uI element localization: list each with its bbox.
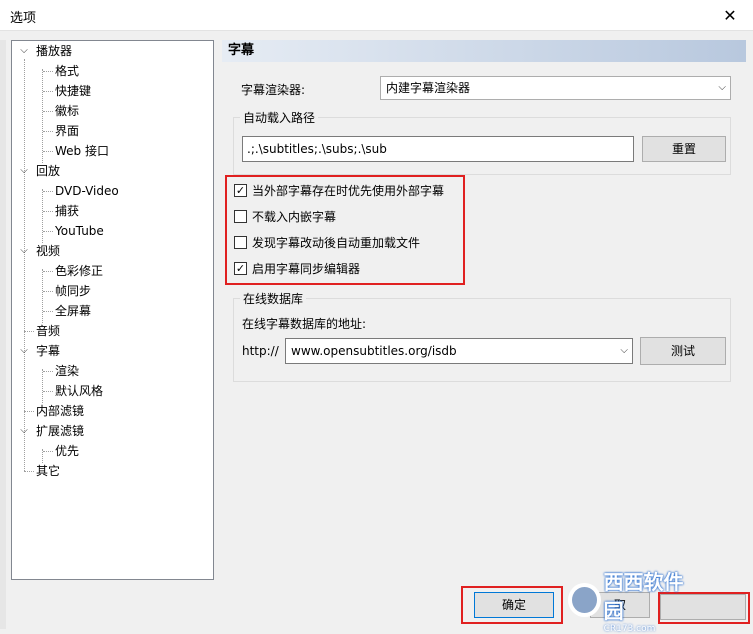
- tree-item[interactable]: 全屏幕: [43, 301, 92, 321]
- tree-connector: [43, 231, 53, 232]
- tree-item-label: 格式: [55, 64, 80, 78]
- tree-item-label: 字幕: [36, 344, 61, 358]
- tree-item-label: 快捷键: [55, 84, 92, 98]
- tree-connector: [43, 131, 53, 132]
- autoload-group-title: 自动载入路径: [240, 109, 319, 126]
- tree-item[interactable]: ⌵ 回放: [20, 161, 61, 181]
- tree-connector: [42, 269, 43, 323]
- tree-item-label: 徽标: [55, 104, 80, 118]
- window-title: 选项: [10, 11, 37, 26]
- tree-item[interactable]: ⌵ 视频: [20, 241, 61, 261]
- watermark-logo-icon: [568, 583, 601, 617]
- tree-item[interactable]: 格式: [43, 61, 80, 81]
- online-url-combo[interactable]: www.opensubtitles.org/isdb ⌵: [285, 338, 633, 364]
- tree-item[interactable]: 音频: [24, 321, 61, 341]
- tree-item-label: 回放: [36, 164, 61, 178]
- tree-item-label: 其它: [36, 464, 61, 478]
- renderer-value: 内建字幕渲染器: [386, 81, 471, 95]
- test-button[interactable]: 测试: [640, 337, 726, 365]
- tree-item-label: 播放器: [36, 44, 73, 58]
- highlight-box: [225, 175, 465, 285]
- tree-item[interactable]: 捕获: [43, 201, 80, 221]
- tree-item-label: 扩展滤镜: [36, 424, 85, 438]
- renderer-label: 字幕渲染器:: [241, 83, 306, 97]
- http-prefix: http://: [242, 344, 279, 358]
- tree-item[interactable]: 优先: [43, 441, 80, 461]
- tree-connector: [24, 411, 34, 412]
- tree-connector: [43, 71, 53, 72]
- tree-item-label: 帧同步: [55, 284, 92, 298]
- watermark-text: 西西软件园: [603, 570, 684, 623]
- tree-connector: [43, 91, 53, 92]
- left-edge: [0, 40, 6, 629]
- expand-arrow-icon[interactable]: ⌵: [18, 241, 30, 261]
- reset-button[interactable]: 重置: [642, 136, 726, 162]
- tree-item[interactable]: 界面: [43, 121, 80, 141]
- tree-connector: [42, 69, 43, 163]
- tree-item-label: 色彩修正: [55, 264, 104, 278]
- tree-item[interactable]: 快捷键: [43, 81, 92, 101]
- panel-title: 字幕: [222, 40, 746, 62]
- tree-item-label: DVD-Video: [55, 184, 119, 198]
- tree-item-label: 界面: [55, 124, 80, 138]
- tree-connector: [43, 391, 53, 392]
- tree-item-label: 内部滤镜: [36, 404, 85, 418]
- tree-item[interactable]: Web 接口: [43, 141, 109, 161]
- expand-arrow-icon[interactable]: ⌵: [18, 41, 30, 61]
- online-url-value: www.opensubtitles.org/isdb: [291, 344, 457, 358]
- tree-item[interactable]: ⌵ 字幕: [20, 341, 61, 361]
- chevron-down-icon: ⌵: [620, 345, 628, 356]
- tree-item[interactable]: 内部滤镜: [24, 401, 85, 421]
- expand-arrow-icon[interactable]: ⌵: [18, 421, 30, 441]
- tree-connector: [42, 369, 43, 403]
- tree-item-label: 视频: [36, 244, 61, 258]
- online-group-title: 在线数据库: [240, 290, 307, 307]
- close-icon: ✕: [723, 5, 737, 25]
- watermark-subtext: CR173.com: [603, 624, 656, 634]
- tree-connector: [43, 451, 53, 452]
- close-button[interactable]: ✕: [707, 0, 753, 30]
- tree-item-label: 音频: [36, 324, 61, 338]
- tree-item[interactable]: 色彩修正: [43, 261, 104, 281]
- tree-connector: [42, 189, 43, 243]
- tree-item[interactable]: ⌵ 播放器: [20, 41, 73, 61]
- tree-item-label: 优先: [55, 444, 80, 458]
- expand-arrow-icon[interactable]: ⌵: [18, 341, 30, 361]
- tree-connector: [43, 191, 53, 192]
- tree-connector: [43, 291, 53, 292]
- tree-item-label: YouTube: [55, 224, 104, 238]
- online-address-label: 在线字幕数据库的地址:: [242, 317, 367, 331]
- tree-item-label: 全屏幕: [55, 304, 92, 318]
- options-tree[interactable]: ⌵ 播放器格式快捷键徽标界面 Web 接口 ⌵ 回放 DVD-Video 捕获 YouTube…: [11, 40, 214, 580]
- tree-item[interactable]: 其它: [24, 461, 61, 481]
- ok-highlight-box: [461, 586, 563, 624]
- tree-connector: [24, 471, 34, 472]
- expand-arrow-icon[interactable]: ⌵: [18, 161, 30, 181]
- tree-connector: [43, 371, 53, 372]
- title-bar: 选项 ✕: [0, 0, 753, 31]
- tree-item[interactable]: 默认风格: [43, 381, 104, 401]
- tree-item[interactable]: 帧同步: [43, 281, 92, 301]
- tree-connector: [43, 311, 53, 312]
- tree-connector: [43, 271, 53, 272]
- tree-item[interactable]: 徽标: [43, 101, 80, 121]
- tree-item-label: 默认风格: [55, 384, 104, 398]
- tree-connector: [43, 151, 53, 152]
- tree-item[interactable]: DVD-Video: [43, 181, 119, 201]
- tree-connector: [43, 111, 53, 112]
- tree-item[interactable]: YouTube: [43, 221, 104, 241]
- tree-item[interactable]: 渲染: [43, 361, 80, 381]
- tree-item[interactable]: ⌵ 扩展滤镜: [20, 421, 85, 441]
- tree-connector: [24, 331, 34, 332]
- watermark: 西西软件园 CR173.com: [568, 570, 698, 634]
- autoload-path-input[interactable]: .;.\subtitles;.\subs;.\sub: [242, 136, 634, 162]
- tree-connector: [43, 211, 53, 212]
- tree-item-label: 捕获: [55, 204, 80, 218]
- subtitle-settings-panel: 字幕 字幕渲染器: 内建字幕渲染器 ⌵ 自动载入路径 .;.\subtitles…: [222, 40, 746, 580]
- renderer-select[interactable]: 内建字幕渲染器 ⌵: [380, 76, 731, 100]
- tree-item-label: Web 接口: [55, 144, 109, 158]
- chevron-down-icon: ⌵: [718, 82, 726, 93]
- tree-connector: [24, 59, 25, 471]
- tree-item-label: 渲染: [55, 364, 80, 378]
